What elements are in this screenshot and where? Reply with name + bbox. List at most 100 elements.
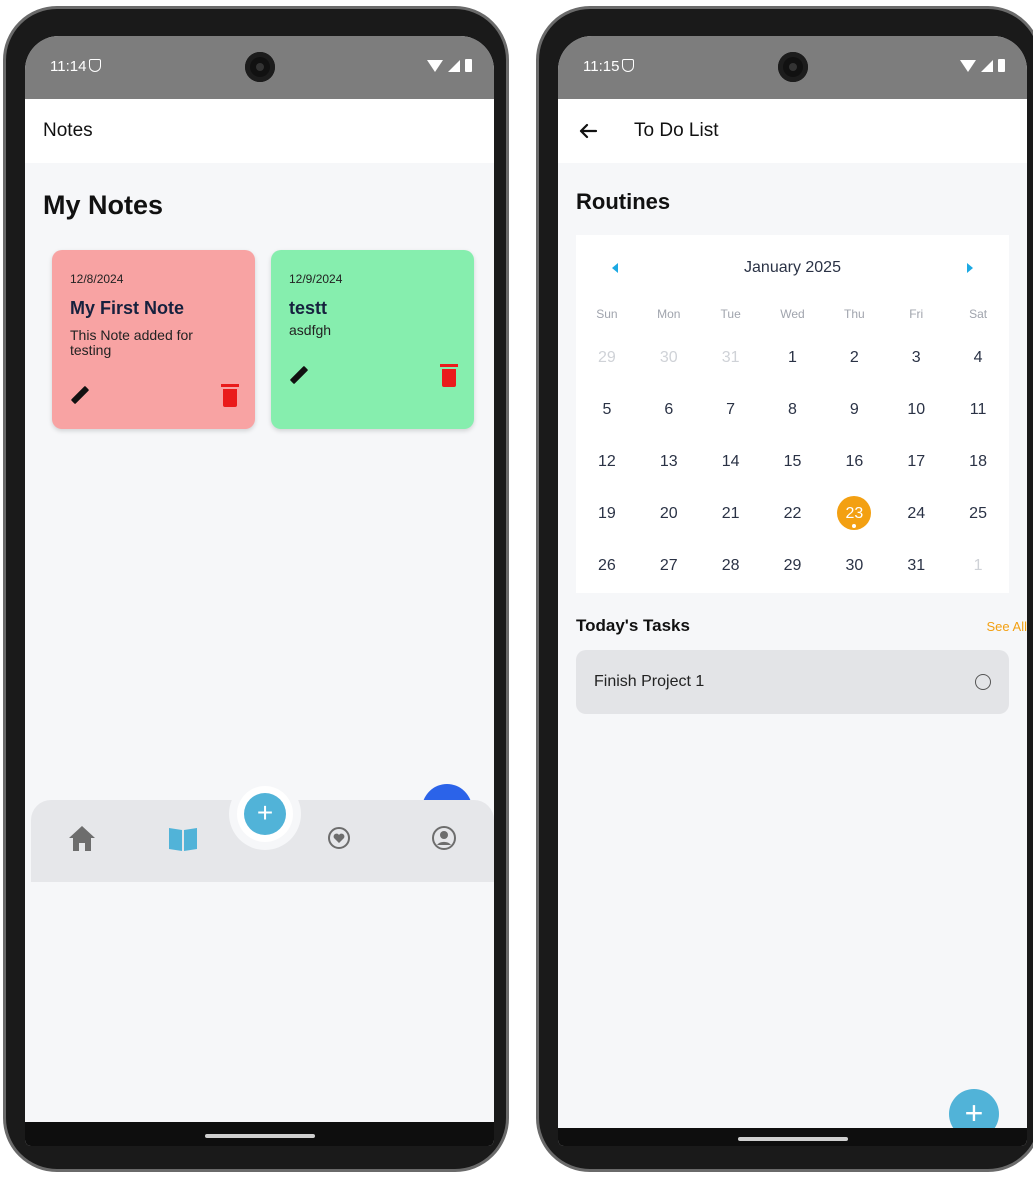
see-all-link[interactable]: See All <box>987 619 1027 634</box>
weekday-label: Sun <box>596 307 618 321</box>
weekday-label: Fri <box>909 307 924 321</box>
note-body: This Note added for testing <box>70 327 193 358</box>
calendar-day[interactable]: 7 <box>700 401 762 419</box>
notes-screen: 11:14 Notes My Notes 12/8/2024 My First … <box>25 36 494 1146</box>
delete-icon[interactable] <box>221 384 239 407</box>
selected-day-label: 23 <box>845 505 864 522</box>
calendar-week: 5 6 7 8 9 10 11 <box>576 401 1009 419</box>
home-indicator[interactable] <box>737 1137 848 1141</box>
calendar-week: 29 30 31 1 2 3 4 <box>576 349 1009 367</box>
calendar-day[interactable]: 8 <box>762 401 824 419</box>
calendar-day[interactable]: 21 <box>700 505 762 523</box>
calendar-day[interactable]: 22 <box>762 505 824 523</box>
calendar-week: 26 27 28 29 30 31 1 <box>576 557 1009 575</box>
nav-add[interactable]: + <box>237 786 293 842</box>
app-bar-title: Notes <box>43 120 93 141</box>
calendar-day[interactable]: 1 <box>762 349 824 367</box>
edit-icon[interactable] <box>70 386 90 406</box>
calendar-day[interactable]: 10 <box>885 401 947 419</box>
calendar-day[interactable]: 24 <box>885 505 947 523</box>
note-card[interactable]: 12/8/2024 My First Note This Note added … <box>52 250 255 429</box>
profile-icon <box>432 826 456 850</box>
calendar: January 2025 Sun Mon Tue Wed Thu Fri Sat… <box>576 235 1009 593</box>
note-actions <box>70 384 239 407</box>
signal-icon <box>981 59 993 72</box>
calendar-day[interactable]: 2 <box>823 349 885 367</box>
signal-icon <box>448 59 460 72</box>
calendar-day[interactable]: 30 <box>823 557 885 575</box>
nav-profile[interactable] <box>431 825 457 856</box>
nav-notes[interactable] <box>167 824 199 857</box>
note-date: 12/8/2024 <box>70 272 124 286</box>
calendar-day[interactable]: 18 <box>947 453 1009 471</box>
calendar-day[interactable]: 31 <box>885 557 947 575</box>
calendar-day[interactable]: 12 <box>576 453 638 471</box>
calendar-day[interactable]: 4 <box>947 349 1009 367</box>
calendar-day[interactable]: 29 <box>576 349 638 367</box>
status-icons <box>427 59 472 72</box>
status-bar: 11:15 <box>558 36 1027 99</box>
home-indicator[interactable] <box>204 1134 315 1138</box>
back-arrow-icon[interactable] <box>578 123 598 139</box>
phone-notes: 11:14 Notes My Notes 12/8/2024 My First … <box>3 6 509 1172</box>
note-card[interactable]: 12/9/2024 testt asdfgh <box>271 250 474 429</box>
page-title: Routines <box>576 189 671 214</box>
calendar-day[interactable]: 20 <box>638 505 700 523</box>
next-month-icon[interactable] <box>967 263 973 273</box>
phone-todo: 11:15 To Do List Routines January 2025 S… <box>536 6 1033 1172</box>
camera-icon <box>244 52 275 82</box>
calendar-day[interactable]: 31 <box>700 349 762 367</box>
battery-icon <box>998 59 1005 72</box>
calendar-day[interactable]: 19 <box>576 505 638 523</box>
note-date: 12/9/2024 <box>289 272 343 286</box>
calendar-day[interactable]: 28 <box>700 557 762 575</box>
weekday-label: Thu <box>844 307 865 321</box>
calendar-day[interactable]: 29 <box>762 557 824 575</box>
page-title: My Notes <box>43 190 164 220</box>
nav-favorites[interactable] <box>327 826 351 855</box>
book-icon <box>169 828 197 851</box>
note-title: testt <box>289 298 328 318</box>
home-icon <box>69 826 95 851</box>
calendar-day[interactable]: 17 <box>885 453 947 471</box>
note-title: My First Note <box>70 298 185 318</box>
task-item[interactable]: Finish Project 1 <box>576 650 1009 714</box>
nav-home[interactable] <box>67 824 97 857</box>
calendar-day[interactable]: 6 <box>638 401 700 419</box>
calendar-day[interactable]: 11 <box>947 401 1009 419</box>
calendar-day[interactable]: 9 <box>823 401 885 419</box>
todo-screen: 11:15 To Do List Routines January 2025 S… <box>558 36 1027 1146</box>
shield-icon <box>89 59 102 72</box>
calendar-day[interactable]: 13 <box>638 453 700 471</box>
calendar-month-label: January 2025 <box>744 259 841 276</box>
shield-icon <box>622 59 635 72</box>
app-bar-title: To Do List <box>634 120 719 141</box>
calendar-day[interactable]: 14 <box>700 453 762 471</box>
calendar-day[interactable]: 1 <box>947 557 1009 575</box>
calendar-day[interactable]: 5 <box>576 401 638 419</box>
tasks-section-title: Today's Tasks <box>576 616 690 635</box>
calendar-day[interactable]: 25 <box>947 505 1009 523</box>
status-icons <box>960 59 1005 72</box>
calendar-day-selected[interactable]: 23 <box>823 496 885 530</box>
edit-icon[interactable] <box>289 366 309 386</box>
app-bar: Notes <box>25 99 494 163</box>
weekday-label: Mon <box>657 307 681 321</box>
task-complete-radio[interactable] <box>975 674 991 690</box>
battery-icon <box>465 59 472 72</box>
calendar-day[interactable]: 3 <box>885 349 947 367</box>
delete-icon[interactable] <box>440 364 458 387</box>
weekday-label: Sat <box>969 307 988 321</box>
calendar-week: 12 13 14 15 16 17 18 <box>576 453 1009 471</box>
calendar-day[interactable]: 15 <box>762 453 824 471</box>
calendar-day[interactable]: 26 <box>576 557 638 575</box>
weekday-label: Wed <box>780 307 805 321</box>
camera-icon <box>777 52 808 82</box>
bottom-nav: + <box>31 786 494 882</box>
note-body: asdfgh <box>289 322 332 338</box>
weekday-label: Tue <box>720 307 741 321</box>
status-time: 11:15 <box>583 58 635 75</box>
calendar-day[interactable]: 27 <box>638 557 700 575</box>
calendar-day[interactable]: 30 <box>638 349 700 367</box>
calendar-day[interactable]: 16 <box>823 453 885 471</box>
